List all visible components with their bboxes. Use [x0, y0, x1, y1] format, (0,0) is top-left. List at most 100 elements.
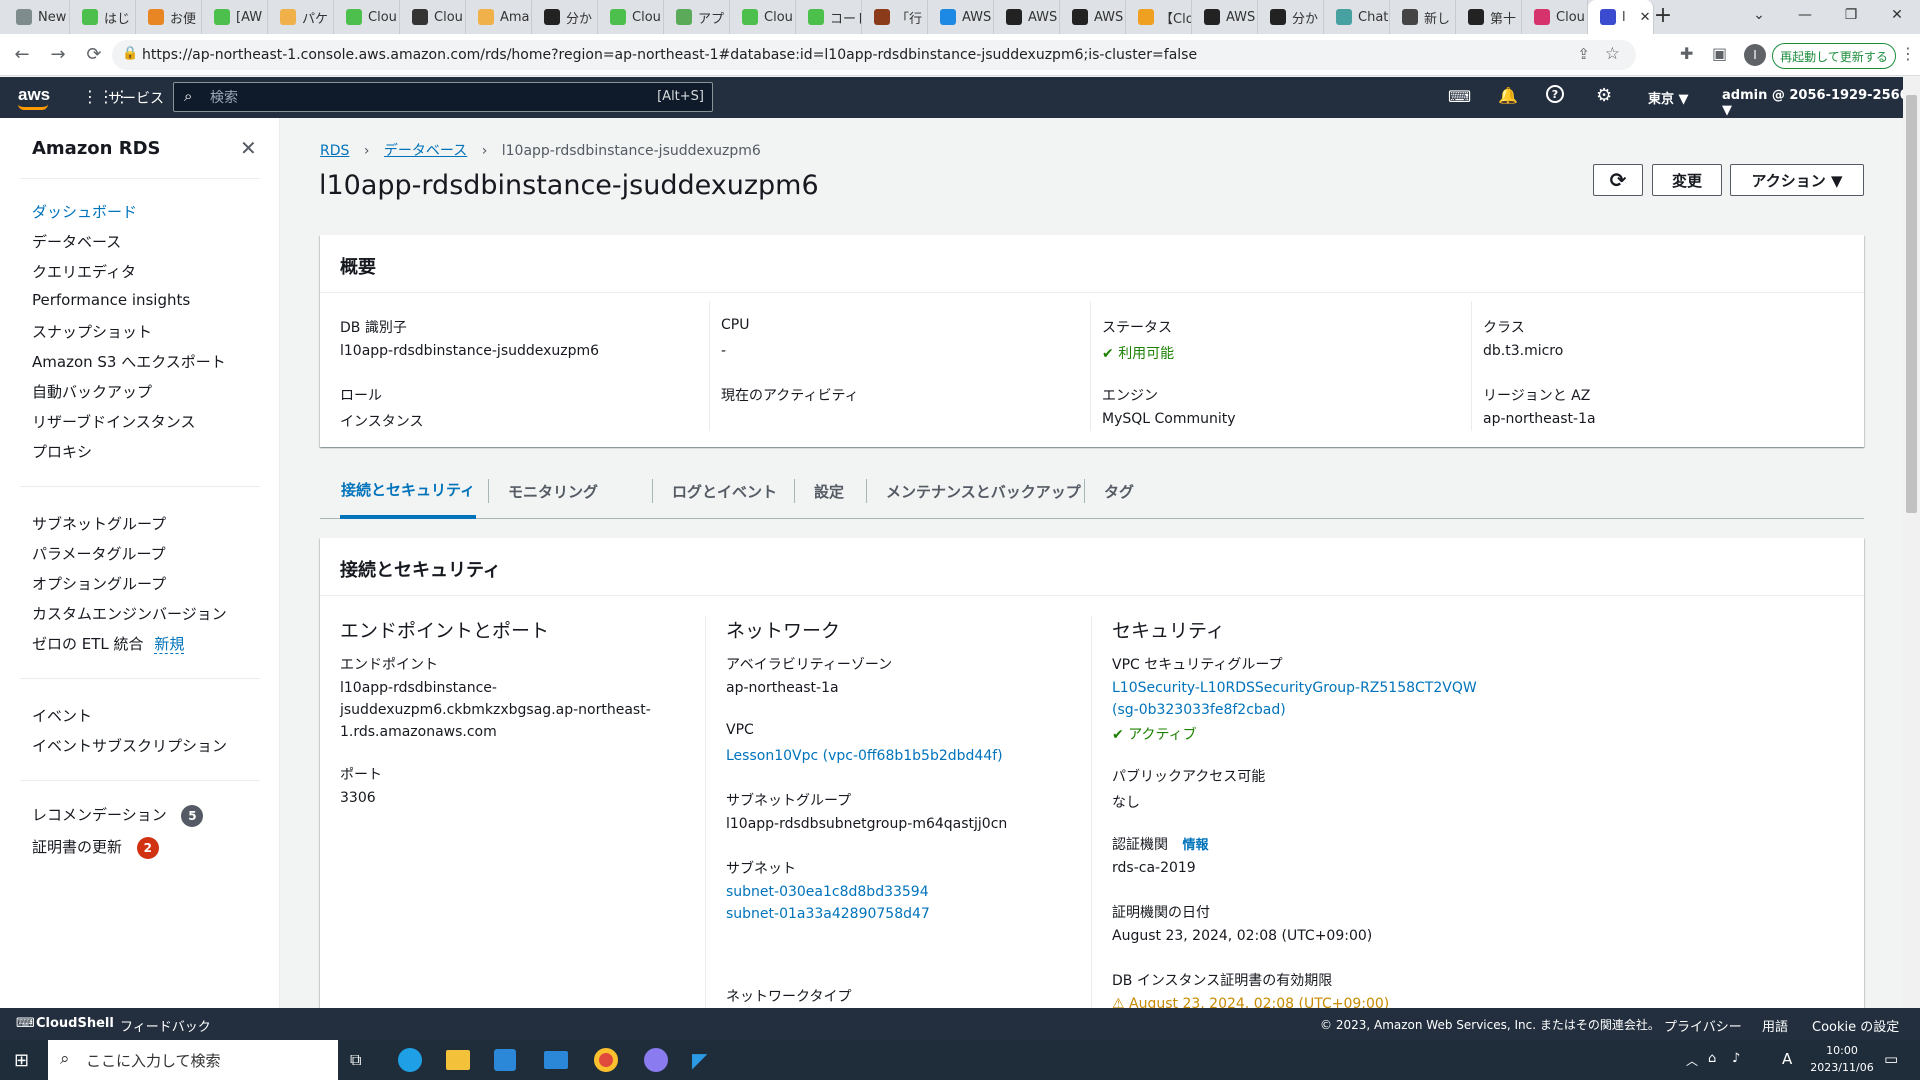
reload-button[interactable]: ⟳	[80, 41, 108, 69]
sidebar-item[interactable]: データベース	[32, 231, 121, 252]
extensions-icon[interactable]: ✚	[1680, 44, 1693, 63]
browser-tab[interactable]: AWS	[1060, 0, 1126, 34]
feedback-link[interactable]: フィードバック	[120, 1016, 211, 1035]
profile-avatar[interactable]: I	[1744, 44, 1766, 66]
breadcrumb-databases-link[interactable]: データベース	[384, 143, 467, 159]
minimize-button[interactable]: —	[1782, 0, 1828, 30]
sidebar-item[interactable]: イベント	[32, 705, 92, 726]
browser-tab[interactable]: パケ	[268, 0, 334, 34]
tab-logs-events[interactable]: ログとイベント	[672, 463, 777, 519]
sidebar-item[interactable]: イベントサブスクリプション	[32, 735, 227, 756]
console-search-input[interactable]: ⌕ 検索 [Alt+S]	[173, 82, 713, 112]
address-bar[interactable]: 🔒 https://ap-northeast-1.console.aws.ama…	[112, 40, 1636, 70]
edge-icon[interactable]	[398, 1048, 422, 1072]
browser-tab[interactable]: 「行	[862, 0, 928, 34]
vpc-link[interactable]: Lesson10Vpc (vpc-0ff68b1b5b2dbd44f)	[726, 748, 1003, 764]
sidebar-item[interactable]: カスタムエンジンバージョン	[32, 603, 227, 624]
maximize-button[interactable]: ❐	[1828, 0, 1874, 30]
cloudshell-link[interactable]: CloudShell	[36, 1016, 114, 1031]
cloudshell-icon[interactable]: ⌨	[1448, 87, 1471, 106]
sidebar-item[interactable]: クエリエディタ	[32, 261, 136, 282]
bookmark-star-icon[interactable]: ☆	[1605, 44, 1620, 64]
sg-id-link[interactable]: (sg-0b323033fe8f2cbad)	[1112, 702, 1286, 718]
tab-maintenance-backup[interactable]: メンテナンスとバックアップ	[886, 463, 1081, 519]
task-view-icon[interactable]: ⧉	[350, 1050, 361, 1070]
tab-tags[interactable]: タグ	[1104, 463, 1134, 519]
browser-tab[interactable]: Ama	[466, 0, 532, 34]
mail-icon[interactable]	[544, 1051, 568, 1069]
browser-tab[interactable]: お便	[136, 0, 202, 34]
sidebar-item-zero-etl[interactable]: ゼロの ETL 統合 新規	[32, 633, 185, 654]
tab-connectivity-security[interactable]: 接続とセキュリティ	[340, 463, 477, 519]
sidebar-item[interactable]: 自動バックアップ	[32, 381, 152, 402]
subnet-link[interactable]: subnet-030ea1c8d8bd33594	[726, 884, 929, 900]
new-tab-button[interactable]: +	[1640, 0, 1686, 30]
sidebar-item[interactable]: ダッシュボード	[32, 201, 137, 222]
tab-configuration[interactable]: 設定	[814, 463, 844, 519]
browser-tab[interactable]: Clou	[334, 0, 400, 34]
back-button[interactable]: ←	[8, 41, 36, 69]
region-selector[interactable]: 東京 ▼	[1648, 88, 1689, 107]
notification-center-icon[interactable]: ▭	[1884, 1050, 1898, 1068]
browser-tab[interactable]: はじ	[70, 0, 136, 34]
relaunch-button[interactable]: 再起動して更新する	[1772, 43, 1896, 69]
tab-search-icon[interactable]: ⌄	[1736, 0, 1782, 30]
browser-tab[interactable]: Clou	[1522, 0, 1588, 34]
sidebar-item[interactable]: リザーブドインスタンス	[32, 411, 196, 432]
browser-tab[interactable]: AWS	[928, 0, 994, 34]
browser-tab[interactable]: Clou	[730, 0, 796, 34]
help-icon[interactable]: ?	[1546, 85, 1564, 103]
browser-tab[interactable]: 第十	[1456, 0, 1522, 34]
taskbar-search-input[interactable]: ⌕ ここに入力して検索	[48, 1040, 338, 1080]
account-menu[interactable]: admin @ 2056-1929-2566 ▼	[1722, 88, 1920, 118]
ca-info-link[interactable]: 情報	[1182, 838, 1208, 853]
tray-chevron-icon[interactable]: ︿	[1686, 1052, 1698, 1069]
cookie-settings-link[interactable]: Cookie の設定	[1812, 1016, 1899, 1035]
ime-indicator[interactable]: A	[1782, 1050, 1792, 1068]
taskbar-date[interactable]: 2023/11/06	[1804, 1061, 1880, 1074]
browser-tab[interactable]: 分か	[532, 0, 598, 34]
share-icon[interactable]: ⇪	[1577, 45, 1590, 63]
close-window-button[interactable]: ✕	[1874, 0, 1920, 30]
taskbar-time[interactable]: 10:00	[1812, 1044, 1872, 1057]
terms-link[interactable]: 用語	[1762, 1016, 1788, 1035]
close-sidebar-icon[interactable]: ✕	[240, 136, 257, 160]
volume-icon[interactable]: ♪	[1732, 1051, 1740, 1066]
sidebar-item[interactable]: スナップショット	[32, 321, 152, 342]
notifications-bell-icon[interactable]: 🔔	[1498, 86, 1518, 105]
refresh-button[interactable]: ⟳	[1593, 164, 1643, 196]
file-explorer-icon[interactable]	[446, 1050, 470, 1070]
network-icon[interactable]: ⌂	[1708, 1051, 1716, 1066]
chrome-icon[interactable]	[594, 1048, 618, 1072]
sidebar-item[interactable]: サブネットグループ	[32, 513, 166, 534]
forward-button[interactable]: →	[44, 41, 72, 69]
browser-tab[interactable]: Clou	[598, 0, 664, 34]
browser-tab[interactable]: Chat	[1324, 0, 1390, 34]
aws-logo[interactable]: aws	[18, 85, 50, 105]
sidebar-item[interactable]: Amazon S3 へエクスポート	[32, 351, 226, 372]
sidebar-item[interactable]: Performance insights	[32, 291, 190, 309]
sg-link[interactable]: L10Security-L10RDSSecurityGroup-RZ5158CT…	[1112, 680, 1477, 696]
scrollbar-thumb[interactable]	[1906, 95, 1917, 513]
modify-button[interactable]: 変更	[1652, 164, 1722, 196]
browser-tab[interactable]: AWS	[1192, 0, 1258, 34]
actions-dropdown-button[interactable]: アクション ▼	[1730, 164, 1864, 196]
sidebar-item-recommendations[interactable]: レコメンデーション 5	[32, 804, 204, 827]
discord-icon[interactable]	[644, 1048, 668, 1072]
sidebar-item[interactable]: パラメータグループ	[32, 543, 166, 564]
browser-tab[interactable]: 新し	[1390, 0, 1456, 34]
side-panel-icon[interactable]: ▣	[1712, 44, 1727, 63]
browser-tab[interactable]: Clou	[400, 0, 466, 34]
breadcrumb-rds-link[interactable]: RDS	[320, 143, 349, 159]
settings-gear-icon[interactable]: ⚙	[1596, 85, 1612, 106]
store-icon[interactable]	[494, 1049, 516, 1071]
browser-tab[interactable]: アプ	[664, 0, 730, 34]
windows-start-icon[interactable]: ⊞	[14, 1050, 29, 1071]
vscode-icon[interactable]: ◤	[692, 1048, 707, 1072]
browser-tab[interactable]: AWS	[994, 0, 1060, 34]
subnet-link[interactable]: subnet-01a33a42890758d47	[726, 906, 930, 922]
services-menu[interactable]: サービス	[108, 88, 164, 108]
browser-tab[interactable]: コード	[796, 0, 862, 34]
privacy-link[interactable]: プライバシー	[1664, 1016, 1742, 1035]
sidebar-item[interactable]: プロキシ	[32, 441, 92, 462]
